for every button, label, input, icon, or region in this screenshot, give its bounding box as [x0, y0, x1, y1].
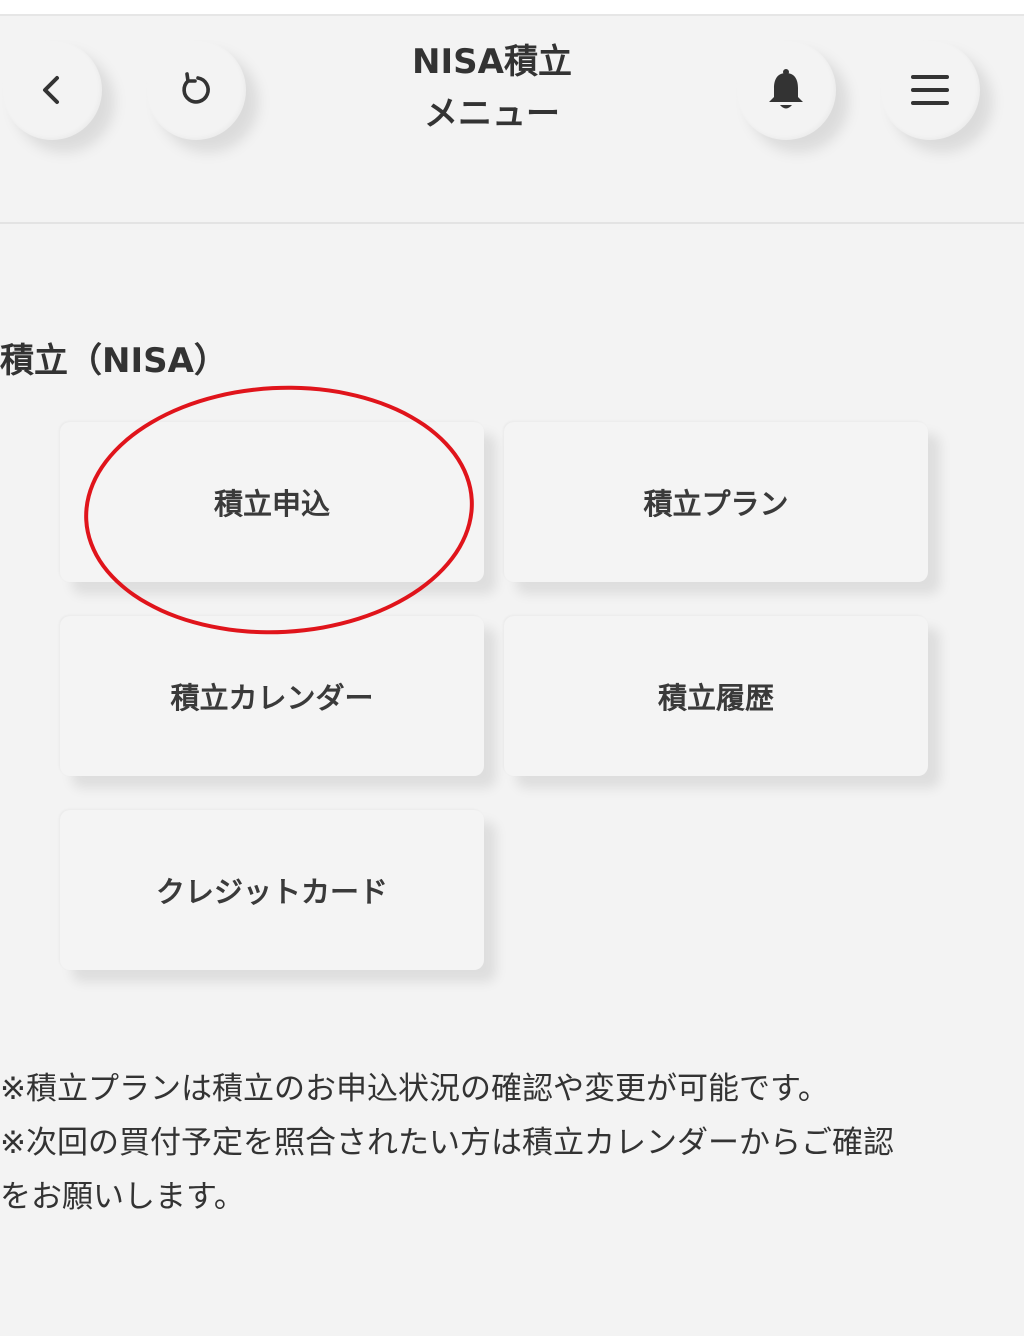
- refresh-icon: [182, 72, 210, 104]
- plan-tile-button[interactable]: 積立プラン: [504, 422, 928, 582]
- page-title: NISA積立 メニュー: [342, 36, 642, 140]
- calendar-tile-label: 積立カレンダー: [170, 681, 374, 715]
- calendar-tile-button[interactable]: 積立カレンダー: [60, 616, 484, 776]
- page-title-line1: NISA積立: [412, 42, 572, 82]
- menu-button[interactable]: [880, 40, 980, 140]
- chevron-left-icon: [43, 76, 59, 104]
- back-button[interactable]: [2, 40, 102, 140]
- header-bar: NISA積立 メニュー: [0, 18, 1024, 224]
- section-title: 積立（NISA）: [0, 341, 228, 381]
- apply-tile-label: 積立申込: [213, 487, 330, 521]
- apply-tile-button[interactable]: 積立申込: [60, 422, 484, 582]
- history-tile-label: 積立履歴: [657, 681, 774, 715]
- app-screen: NISA積立 メニュー 積立（NISA） 積立申込 積立プラン 積立カレンダー …: [0, 0, 1024, 1336]
- hamburger-menu-icon: [911, 75, 949, 105]
- status-strip: [0, 0, 1024, 16]
- note-line-1: ※積立プランは積立のお申込状況の確認や変更が可能です。: [0, 1071, 829, 1107]
- credit-card-tile-label: クレジットカード: [155, 875, 388, 909]
- bell-icon: [769, 69, 803, 109]
- note-line-3: をお願いします。: [0, 1179, 245, 1215]
- plan-tile-label: 積立プラン: [643, 487, 789, 521]
- note-line-2: ※次回の買付予定を照合されたい方は積立カレンダーからご確認: [0, 1125, 894, 1161]
- credit-card-tile-button[interactable]: クレジットカード: [60, 810, 484, 970]
- notes-block: ※積立プランは積立のお申込状況の確認や変更が可能です。 ※次回の買付予定を照合さ…: [0, 1062, 1010, 1224]
- notification-button[interactable]: [736, 40, 836, 140]
- refresh-button[interactable]: [146, 40, 246, 140]
- history-tile-button[interactable]: 積立履歴: [504, 616, 928, 776]
- page-title-line2: メニュー: [424, 94, 560, 134]
